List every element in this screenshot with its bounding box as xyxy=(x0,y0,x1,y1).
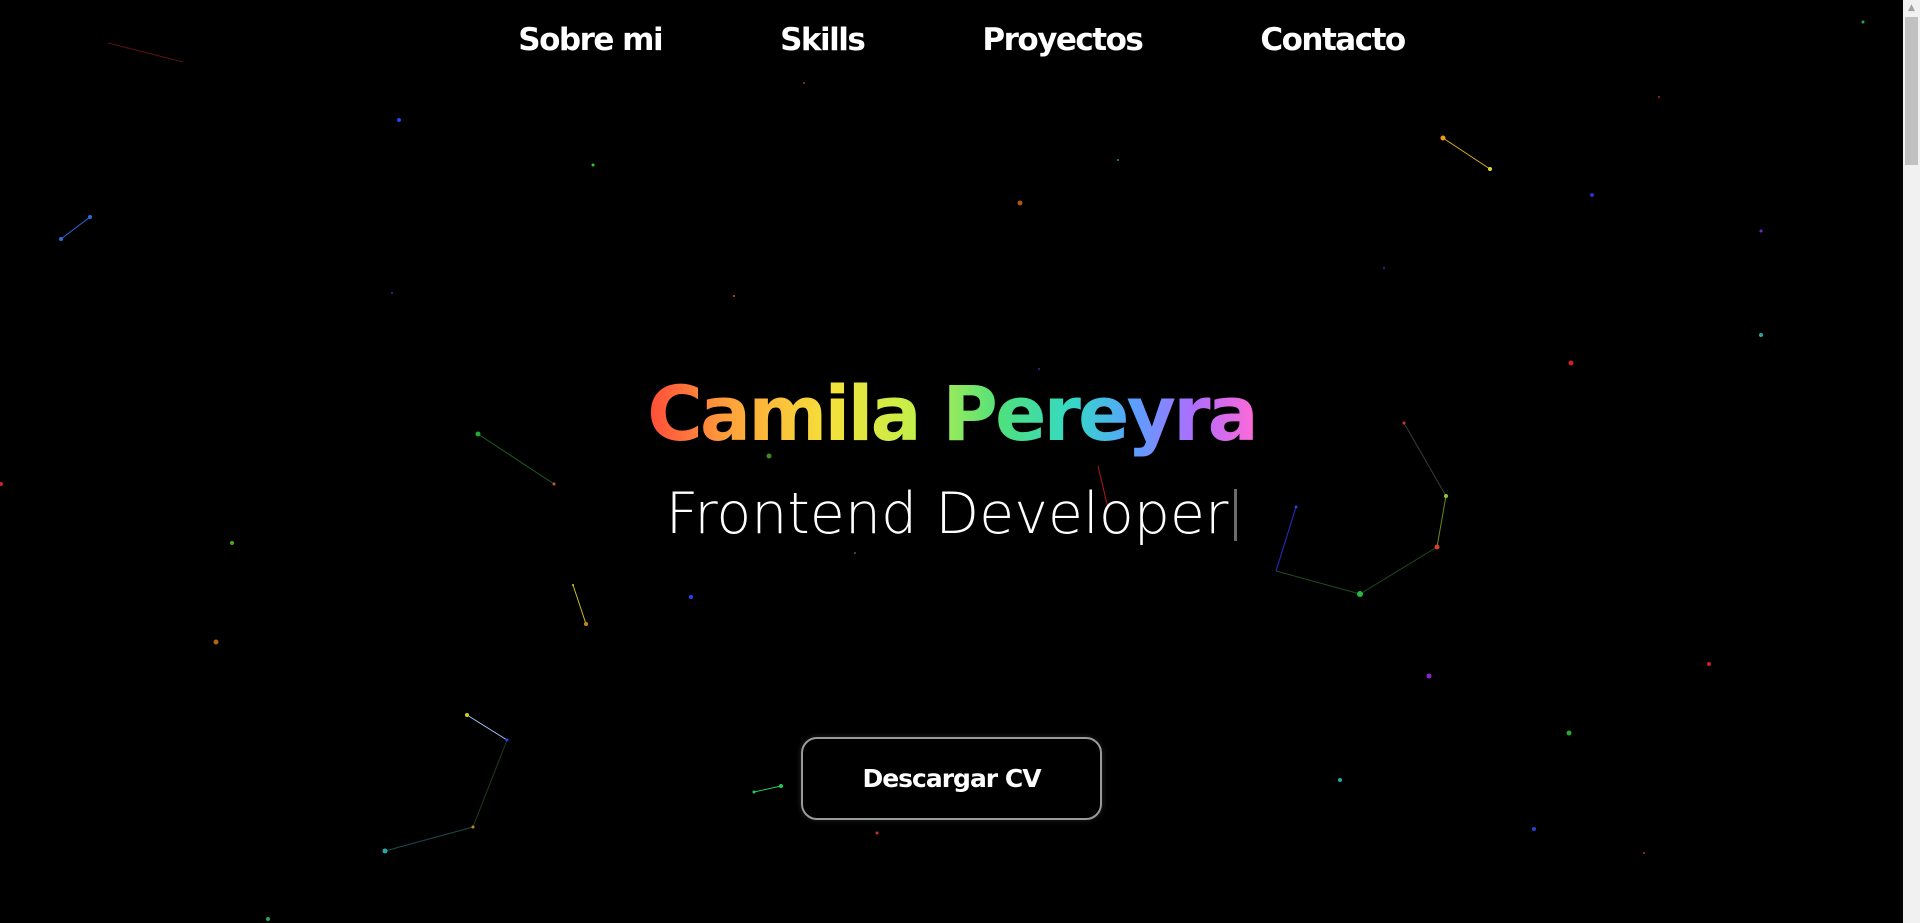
particle xyxy=(875,831,879,835)
particle xyxy=(584,622,588,626)
particle xyxy=(397,118,401,122)
particle xyxy=(1658,96,1660,98)
particle xyxy=(59,237,63,241)
particle-link xyxy=(60,216,91,240)
particle xyxy=(752,790,756,794)
particle xyxy=(1440,135,1446,141)
particle xyxy=(1338,778,1342,782)
particle xyxy=(1357,591,1363,597)
particle xyxy=(1117,159,1119,161)
scrollbar-thumb[interactable] xyxy=(1905,17,1918,165)
particle-link xyxy=(472,739,508,828)
particle xyxy=(572,584,574,586)
particle xyxy=(391,292,393,294)
typing-caret xyxy=(1234,489,1238,541)
triangle-up-icon[interactable]: ▲ xyxy=(1903,0,1920,17)
particle xyxy=(1707,662,1711,666)
hero-name-text: Camila Pereyra xyxy=(647,369,1259,458)
particle xyxy=(465,713,469,717)
particle xyxy=(1759,333,1763,337)
particle-link xyxy=(753,785,782,793)
particle-link xyxy=(1275,570,1361,595)
nav-link-proyectos[interactable]: Proyectos xyxy=(982,22,1143,58)
vertical-scrollbar[interactable]: ▲ xyxy=(1903,0,1920,923)
particle xyxy=(1566,730,1572,736)
main-nav: Sobre mi Skills Proyectos Contacto xyxy=(0,22,1903,58)
particle-link xyxy=(572,584,587,625)
particle xyxy=(1532,827,1536,831)
particle xyxy=(1568,360,1574,366)
particle-link xyxy=(1359,546,1438,595)
particle xyxy=(733,295,735,297)
particle xyxy=(1434,544,1440,550)
particle xyxy=(505,738,509,742)
particle xyxy=(471,825,475,829)
particle xyxy=(266,917,270,921)
hero-name: Camila Pereyra xyxy=(0,376,1903,452)
particle xyxy=(1488,167,1492,171)
particle-link xyxy=(1442,137,1491,170)
hero-role: Frontend Developer xyxy=(0,486,1903,543)
particle xyxy=(591,163,595,167)
particle xyxy=(1590,193,1594,197)
nav-link-skills[interactable]: Skills xyxy=(780,22,866,58)
particle-link xyxy=(384,826,474,852)
particle xyxy=(1426,673,1432,679)
particle xyxy=(1759,229,1763,233)
particle xyxy=(1017,200,1023,206)
hero-role-text: Frontend Developer xyxy=(665,481,1229,547)
particle xyxy=(88,215,92,219)
particle xyxy=(689,595,693,599)
particle xyxy=(1383,267,1385,269)
download-cv-button[interactable]: Descargar CV xyxy=(801,737,1102,820)
particle-link xyxy=(466,714,508,741)
particle xyxy=(803,82,805,84)
particle xyxy=(213,639,219,645)
particle xyxy=(382,848,388,854)
nav-link-sobre-mi[interactable]: Sobre mi xyxy=(518,22,663,58)
nav-link-contacto[interactable]: Contacto xyxy=(1260,22,1406,58)
particle xyxy=(854,552,856,554)
particle xyxy=(1643,852,1645,854)
particle xyxy=(779,784,783,788)
